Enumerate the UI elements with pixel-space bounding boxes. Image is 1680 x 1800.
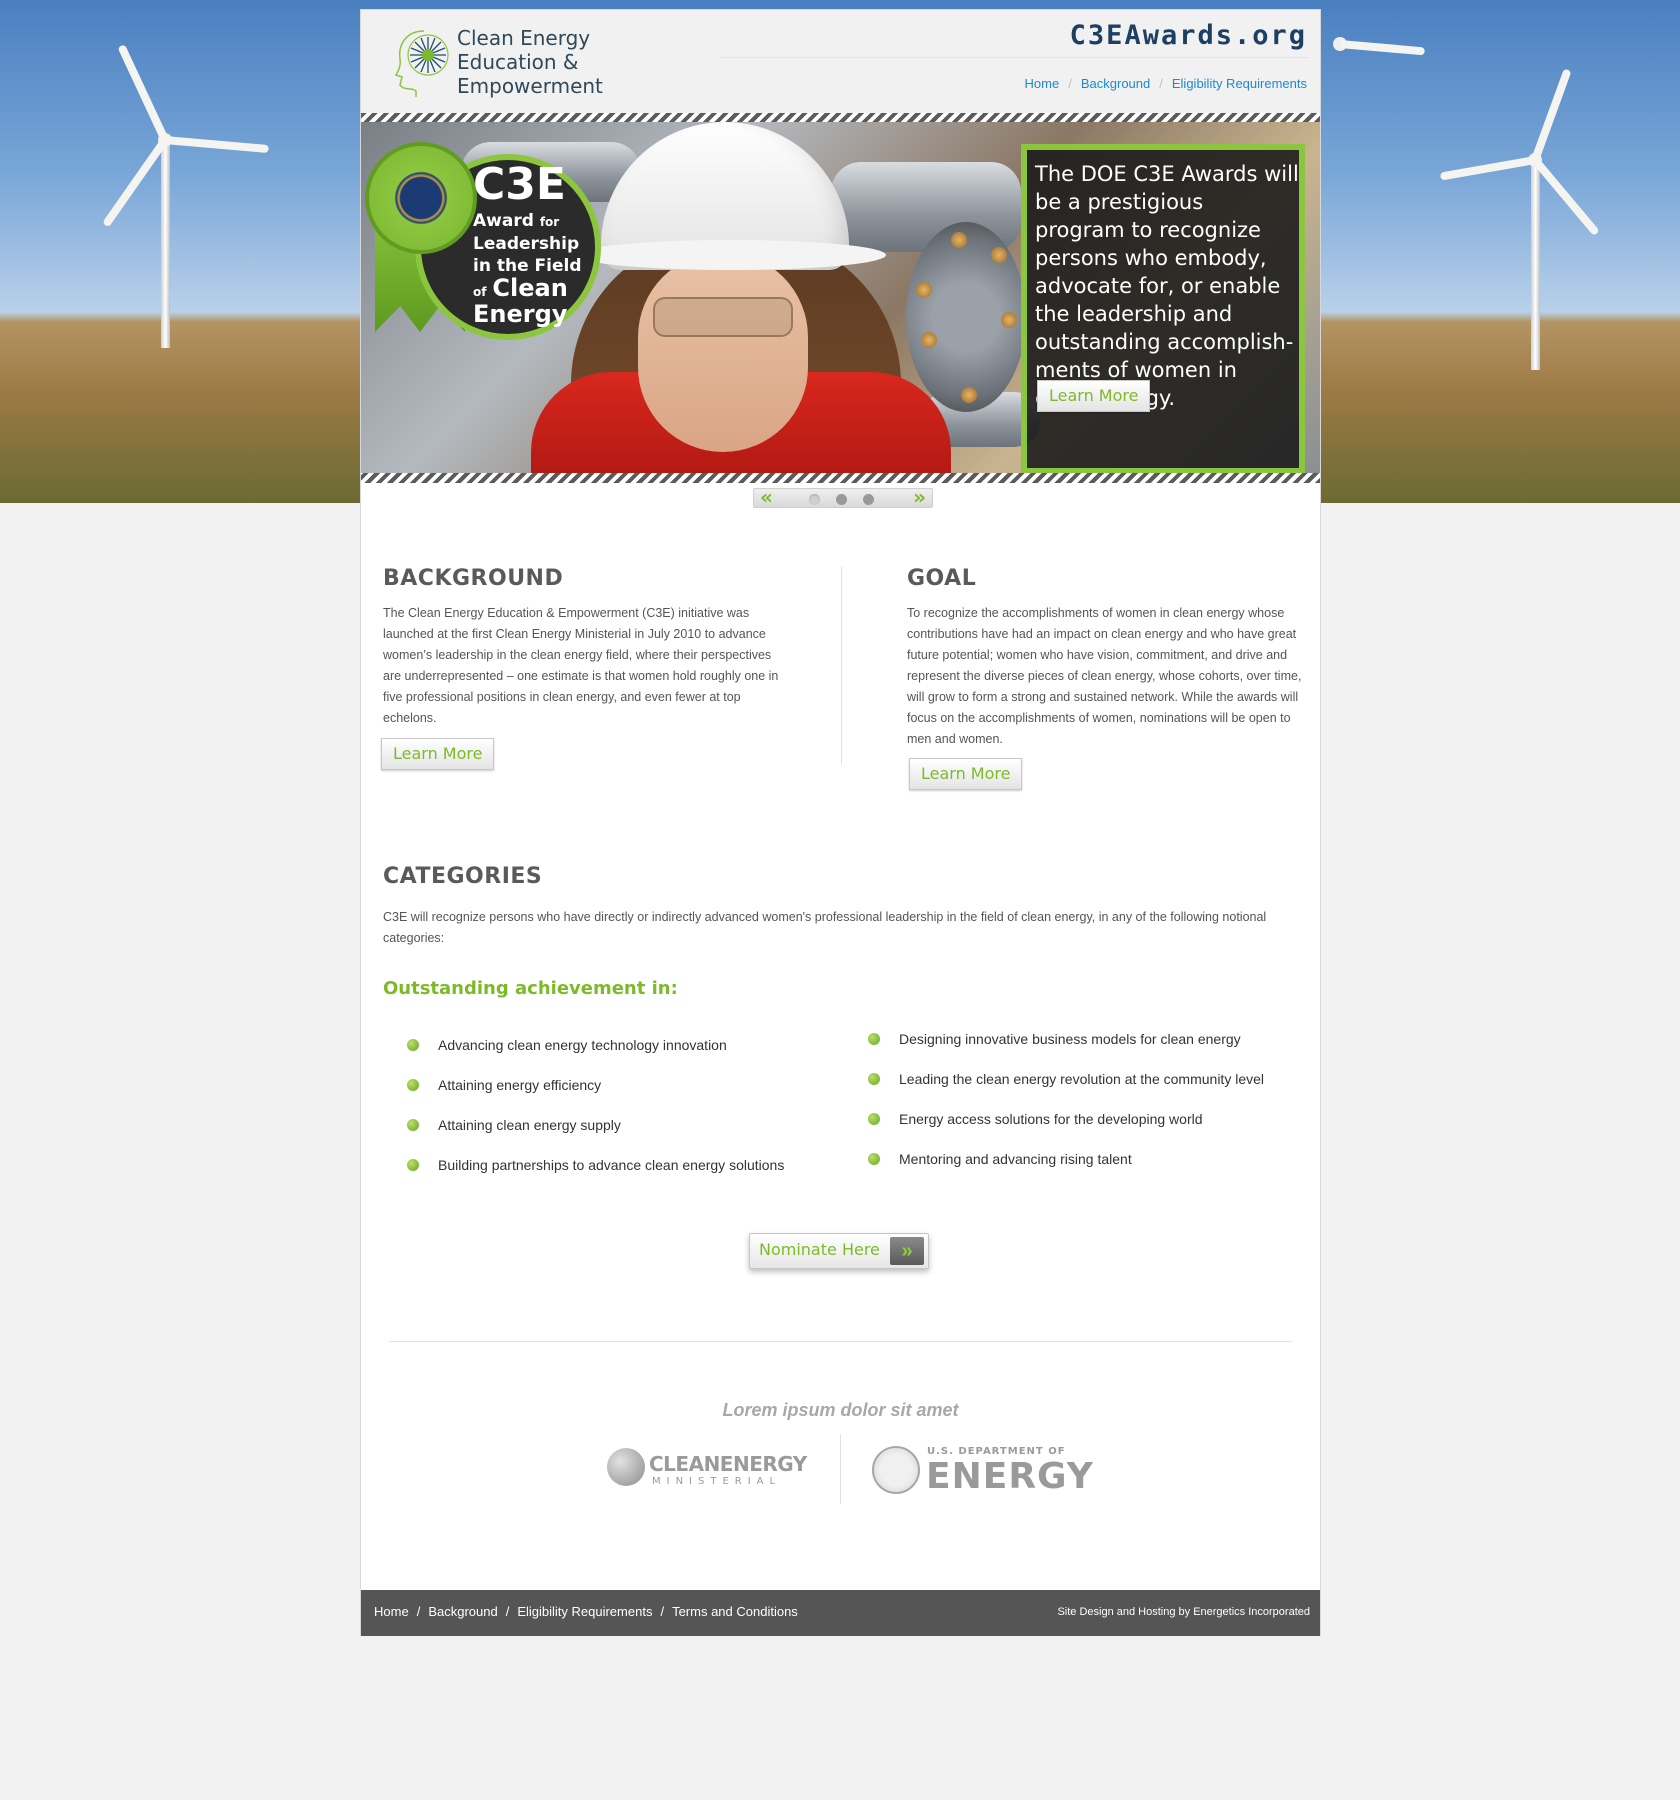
hero-learn-more-button[interactable]: Learn More: [1037, 380, 1151, 412]
nav-separator: /: [505, 1604, 510, 1619]
list-item: Leading the clean energy revolution at t…: [868, 1070, 1264, 1110]
c3e-logo-icon[interactable]: [394, 25, 456, 97]
background-learn-more-button[interactable]: Learn More: [381, 738, 495, 770]
slider-dot-1[interactable]: [809, 494, 820, 505]
list-item: Mentoring and advancing rising talent: [868, 1150, 1264, 1190]
categories-list-right: Designing innovative business models for…: [868, 1030, 1264, 1190]
award-line-2: Leadership: [473, 234, 580, 254]
award-line-1: Award: [473, 211, 534, 231]
partners-title: Lorem ipsum dolor sit amet: [722, 1400, 959, 1420]
worker-face: [638, 252, 808, 452]
nav-separator: /: [660, 1604, 665, 1619]
achievement-subtitle: Outstanding achievement in:: [383, 978, 678, 999]
background-title: BACKGROUND: [383, 566, 564, 591]
slider-dot-2[interactable]: [836, 494, 847, 505]
doe-seal-icon: [872, 1446, 920, 1494]
goal-title: GOAL: [907, 566, 977, 591]
clean-energy-ministerial-subtitle: MINISTERIAL: [652, 1476, 782, 1487]
header-divider: [721, 57, 1308, 58]
slider-next-arrow-icon[interactable]: »: [913, 487, 926, 507]
goal-text: To recognize the accomplishments of wome…: [907, 606, 1302, 746]
green-bullet-icon: [407, 1159, 419, 1171]
green-bullet-icon: [868, 1033, 880, 1045]
site-header: Clean Energy Education & Empowerment C3E…: [361, 10, 1320, 113]
logo-line-3: Empowerment: [457, 74, 603, 98]
green-bullet-icon: [407, 1079, 419, 1091]
nominate-label: Nominate Here: [759, 1240, 880, 1259]
list-item: Advancing clean energy technology innova…: [407, 1036, 784, 1076]
hero-slide-photo: C3E Award for Leadership in the Field of…: [361, 122, 1320, 473]
hero-callout-text: The DOE C3E Awards will be a prestigious…: [1035, 162, 1299, 410]
globe-icon: [607, 1448, 645, 1486]
green-bullet-icon: [407, 1119, 419, 1131]
nominate-button[interactable]: Nominate Here »: [749, 1233, 929, 1269]
nav-eligibility[interactable]: Eligibility Requirements: [1172, 76, 1307, 91]
list-item: Attaining clean energy supply: [407, 1116, 784, 1156]
nav-separator: /: [1068, 76, 1072, 91]
site-domain: C3EAwards.org: [1069, 20, 1307, 51]
page-container: Clean Energy Education & Empowerment C3E…: [360, 9, 1321, 1636]
categories-title: CATEGORIES: [383, 864, 543, 889]
footer-nav-terms[interactable]: Terms and Conditions: [672, 1604, 798, 1619]
award-title: C3E: [473, 159, 566, 210]
slider-controls: « »: [753, 487, 933, 508]
green-bullet-icon: [407, 1039, 419, 1051]
footer-navigation: Home / Background / Eligibility Requirem…: [374, 1604, 798, 1619]
goal-learn-more-button[interactable]: Learn More: [909, 758, 1023, 790]
award-line-5: Energy: [473, 300, 568, 328]
list-item: Building partnerships to advance clean e…: [407, 1156, 784, 1196]
list-item: Designing innovative business models for…: [868, 1030, 1264, 1070]
categories-intro: C3E will recognize persons who have dire…: [383, 910, 1267, 945]
logo-wordmark[interactable]: Clean Energy Education & Empowerment: [457, 26, 603, 98]
green-bullet-icon: [868, 1113, 880, 1125]
hero-callout: The DOE C3E Awards will be a prestigious…: [1021, 144, 1305, 473]
clean-energy-ministerial-logo[interactable]: CLEANENERGY: [649, 1452, 807, 1476]
column-divider: [841, 566, 842, 764]
hero-slider: C3E Award for Leadership in the Field of…: [361, 113, 1320, 483]
list-item: Attaining energy efficiency: [407, 1076, 784, 1116]
background-text: The Clean Energy Education & Empowerment…: [383, 606, 779, 725]
award-text: C3E Award for Leadership in the Field of…: [473, 160, 582, 328]
c3e-award-badge: C3E Award for Leadership in the Field of…: [365, 142, 605, 342]
award-line-4-small: of: [473, 285, 487, 299]
nav-home[interactable]: Home: [1025, 76, 1060, 91]
nav-background[interactable]: Background: [1081, 76, 1150, 91]
list-item: Energy access solutions for the developi…: [868, 1110, 1264, 1150]
green-bullet-icon: [868, 1153, 880, 1165]
doe-seal-icon: [365, 142, 477, 254]
partner-divider: [840, 1434, 841, 1504]
slider-dot-3[interactable]: [863, 494, 874, 505]
site-footer: Home / Background / Eligibility Requirem…: [361, 1590, 1320, 1636]
double-chevron-right-icon: »: [890, 1237, 924, 1265]
award-line-4: Clean: [492, 274, 568, 302]
award-line-1-small: for: [539, 215, 560, 229]
top-navigation: Home / Background / Eligibility Requirem…: [1025, 76, 1307, 91]
categories-list-left: Advancing clean energy technology innova…: [407, 1036, 784, 1196]
nav-separator: /: [1159, 76, 1163, 91]
slider-prev-arrow-icon[interactable]: «: [760, 487, 773, 507]
doe-logo[interactable]: ENERGY: [926, 1456, 1094, 1497]
footer-divider: [389, 1341, 1292, 1342]
footer-credit: Site Design and Hosting by Energetics In…: [1057, 1606, 1310, 1618]
logo-line-2: Education &: [457, 50, 579, 74]
footer-nav-home[interactable]: Home: [374, 1604, 409, 1619]
nav-separator: /: [416, 1604, 421, 1619]
safety-glasses: [653, 297, 793, 337]
logo-line-1: Clean Energy: [457, 26, 591, 50]
green-bullet-icon: [868, 1073, 880, 1085]
hardhat-brim: [576, 240, 886, 270]
footer-nav-eligibility[interactable]: Eligibility Requirements: [517, 1604, 652, 1619]
footer-nav-background[interactable]: Background: [428, 1604, 497, 1619]
